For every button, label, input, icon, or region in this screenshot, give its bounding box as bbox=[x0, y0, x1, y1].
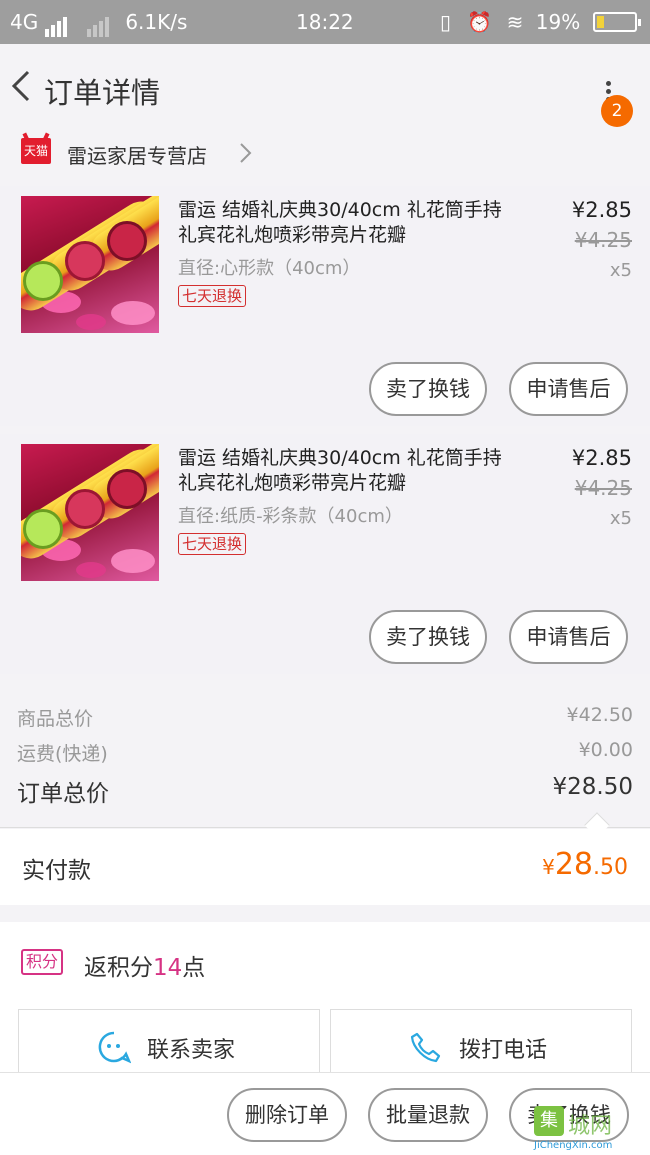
watermark-logo: 集 城网 JiChengXin.com bbox=[534, 1106, 646, 1154]
call-phone-label: 拨打电话 bbox=[459, 1038, 548, 1063]
points-section: 积分 返积分14点 联系卖家 拨打电话 bbox=[0, 922, 650, 1079]
tmall-logo-icon: 天猫 bbox=[21, 138, 51, 164]
batch-refund-button[interactable]: 批量退款 bbox=[368, 1088, 488, 1142]
wifi-icon: ≋ bbox=[506, 10, 524, 34]
contact-seller-button[interactable]: 联系卖家 bbox=[18, 1009, 320, 1079]
price-summary: 商品总价 ¥42.50 运费(快递) ¥0.00 订单总价 ¥28.50 bbox=[0, 680, 650, 828]
network-indicator: 4G 6.1K/s bbox=[10, 10, 187, 37]
network-type: 4G bbox=[10, 10, 39, 34]
watermark-url: JiChengXin.com bbox=[534, 1140, 613, 1151]
points-count: 14 bbox=[153, 955, 183, 981]
status-bar: 4G 6.1K/s 18:22 ▯ ⏰ ≋ 19% bbox=[0, 0, 650, 44]
goods-total-row: 商品总价 ¥42.50 bbox=[17, 704, 633, 731]
after-sale-button[interactable]: 申请售后 bbox=[509, 362, 628, 416]
back-arrow-icon[interactable] bbox=[8, 66, 38, 106]
return-policy-tag: 七天退换 bbox=[178, 533, 247, 555]
product-price: ¥2.85 bbox=[571, 198, 632, 222]
original-price: ¥4.25 bbox=[574, 228, 632, 252]
network-speed: 6.1K/s bbox=[125, 10, 188, 34]
shop-row[interactable]: 天猫 雷运家居专营店 bbox=[0, 130, 650, 176]
amount-decimal: .50 bbox=[593, 855, 628, 880]
order-item[interactable]: 雷运 结婚礼庆典30/40cm 礼花筒手持礼宾花礼炮喷彩带亮片花瓣 直径:心形款… bbox=[0, 186, 650, 426]
actual-payment-label: 实付款 bbox=[22, 858, 91, 884]
watermark-text: 城网 bbox=[568, 1114, 613, 1139]
product-quantity: x5 bbox=[609, 260, 632, 281]
delete-order-button[interactable]: 删除订单 bbox=[227, 1088, 347, 1142]
product-quantity: x5 bbox=[609, 508, 632, 529]
goods-total-label: 商品总价 bbox=[17, 708, 94, 730]
vibrate-icon: ▯ bbox=[440, 10, 452, 34]
status-icons: ▯ ⏰ ≋ 19% bbox=[440, 10, 641, 34]
product-title[interactable]: 雷运 结婚礼庆典30/40cm 礼花筒手持礼宾花礼炮喷彩带亮片花瓣 bbox=[178, 446, 518, 496]
points-reward-text: 返积分14点 bbox=[84, 948, 205, 982]
battery-fill bbox=[596, 16, 604, 28]
product-price: ¥2.85 bbox=[571, 446, 632, 470]
clock: 18:22 bbox=[296, 10, 354, 34]
battery-percent: 19% bbox=[535, 10, 581, 34]
signal-icon bbox=[44, 13, 69, 37]
signal-secondary-icon bbox=[86, 13, 111, 37]
phone-icon bbox=[410, 1032, 441, 1063]
currency-symbol: ¥ bbox=[542, 855, 555, 879]
sell-for-cash-button[interactable]: 卖了换钱 bbox=[369, 362, 487, 416]
amount-integer: 28 bbox=[554, 847, 593, 882]
product-image[interactable] bbox=[21, 196, 159, 333]
order-total-value: ¥28.50 bbox=[552, 774, 633, 800]
product-spec: 直径:纸质-彩条款（40cm） bbox=[178, 506, 403, 527]
product-image[interactable] bbox=[21, 444, 159, 581]
battery-icon bbox=[592, 12, 641, 32]
contact-seller-label: 联系卖家 bbox=[147, 1038, 236, 1063]
original-price: ¥4.25 bbox=[574, 476, 632, 500]
after-sale-button[interactable]: 申请售后 bbox=[509, 610, 628, 664]
order-total-label: 订单总价 bbox=[17, 781, 109, 807]
points-prefix: 返积分 bbox=[84, 955, 153, 981]
goods-total-value: ¥42.50 bbox=[566, 704, 633, 726]
product-spec: 直径:心形款（40cm） bbox=[178, 258, 361, 279]
chevron-right-icon bbox=[240, 143, 252, 163]
shop-name[interactable]: 雷运家居专营店 bbox=[67, 140, 207, 169]
chat-bubble-icon bbox=[98, 1031, 131, 1064]
alarm-icon: ⏰ bbox=[467, 10, 493, 34]
page-title: 订单详情 bbox=[44, 76, 161, 110]
return-policy-tag: 七天退换 bbox=[178, 285, 247, 307]
product-title[interactable]: 雷运 结婚礼庆典30/40cm 礼花筒手持礼宾花礼炮喷彩带亮片花瓣 bbox=[178, 198, 518, 248]
notification-badge: 2 bbox=[601, 95, 633, 127]
order-total-row: 订单总价 ¥28.50 bbox=[17, 774, 633, 808]
shipping-value: ¥0.00 bbox=[578, 739, 633, 761]
shipping-label: 运费(快递) bbox=[17, 743, 108, 765]
actual-payment-row: 实付款 ¥28.50 bbox=[0, 829, 650, 905]
navigation-header: 订单详情 2 bbox=[0, 44, 650, 130]
actual-payment-amount: ¥28.50 bbox=[542, 847, 628, 882]
watermark-box: 集 bbox=[534, 1106, 564, 1136]
call-phone-button[interactable]: 拨打电话 bbox=[330, 1009, 632, 1079]
sell-for-cash-button[interactable]: 卖了换钱 bbox=[369, 610, 487, 664]
shipping-row: 运费(快递) ¥0.00 bbox=[17, 739, 633, 766]
points-suffix: 点 bbox=[182, 955, 206, 981]
points-tag: 积分 bbox=[21, 949, 64, 975]
order-item[interactable]: 雷运 结婚礼庆典30/40cm 礼花筒手持礼宾花礼炮喷彩带亮片花瓣 直径:纸质-… bbox=[0, 434, 650, 674]
